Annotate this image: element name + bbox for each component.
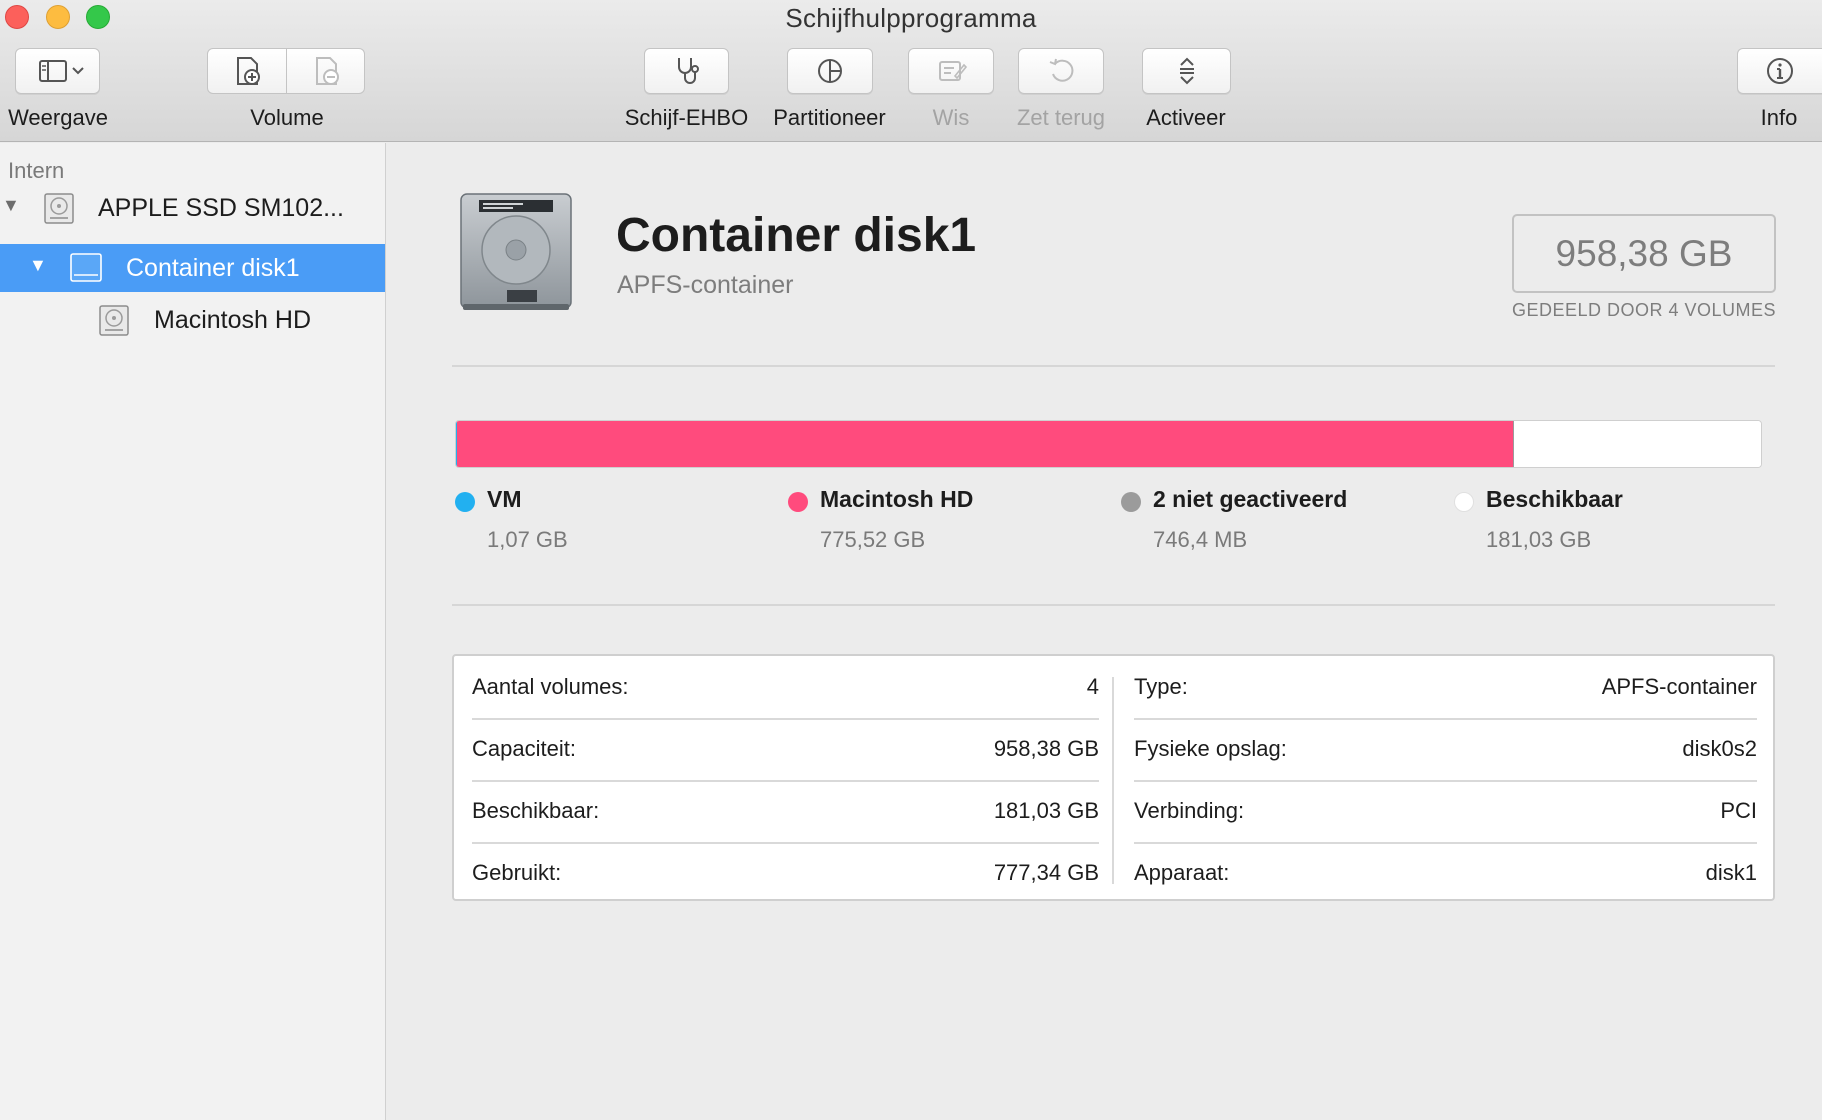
legend-dot: [1121, 492, 1141, 512]
info-row-capacity: Capaciteit: 958,38 GB: [472, 718, 1099, 780]
partition-pie-icon: [818, 59, 842, 83]
info-key: Verbinding:: [1134, 798, 1245, 823]
info-key: Aantal volumes:: [472, 674, 629, 699]
page-title: Container disk1: [616, 209, 977, 262]
info-key: Capaciteit:: [472, 736, 576, 761]
mount-button[interactable]: [1142, 48, 1231, 94]
info-value: disk0s2: [1682, 736, 1757, 761]
info-row-volume-count: Aantal volumes: 4: [472, 656, 1099, 718]
legend-size: 1,07 GB: [487, 527, 568, 552]
legend-name: 2 niet geactiveerd: [1153, 486, 1348, 512]
sidebar-item-label: Container disk1: [126, 254, 300, 282]
page-subtitle: APFS-container: [617, 271, 794, 299]
usage-segment: [457, 421, 1514, 467]
info-key: Type:: [1134, 674, 1188, 699]
info-row-used: Gebruikt: 777,34 GB: [472, 842, 1099, 904]
partition-button-group: [787, 48, 873, 94]
restore-button-group: [1018, 48, 1104, 94]
sidebar: Intern ▼ APPLE SSD SM102... ▼ Container …: [0, 143, 386, 1120]
volume-disk-icon: [99, 305, 129, 336]
disclosure-triangle-icon[interactable]: ▼: [29, 255, 47, 276]
info-value: 958,38 GB: [993, 736, 1099, 761]
add-volume-icon: [237, 57, 260, 85]
divider: [452, 365, 1775, 367]
container-icon: [70, 253, 102, 282]
sidebar-item-macintosh-hd[interactable]: Macintosh HD: [0, 296, 385, 344]
legend-dot: [1454, 492, 1474, 512]
legend-name: VM: [487, 486, 522, 512]
firstaid-label: Schijf-EHBO: [624, 105, 749, 130]
firstaid-button[interactable]: [644, 48, 729, 94]
info-label: Info: [1760, 105, 1798, 130]
info-value: APFS-container: [1601, 674, 1757, 699]
legend-size: 181,03 GB: [1486, 527, 1592, 552]
info-key: Apparaat:: [1134, 860, 1230, 885]
volume-button-group: [207, 48, 365, 94]
sidebar-item-label: Macintosh HD: [154, 306, 311, 334]
mount-icon: [1179, 57, 1194, 85]
info-button-group: [1737, 48, 1822, 94]
sidebar-section-internal: Intern: [8, 158, 65, 183]
info-button[interactable]: [1737, 48, 1822, 94]
info-icon: [1767, 58, 1793, 84]
partition-button[interactable]: [787, 48, 873, 94]
mount-label: Activeer: [1146, 105, 1226, 130]
window-title: Schijfhulpprogramma: [785, 3, 1037, 33]
sidebar-item-container-disk1[interactable]: ▼ Container disk1: [0, 244, 385, 292]
hard-disk-icon: [460, 193, 572, 310]
info-row-connection: Verbinding: PCI: [1134, 780, 1757, 842]
mount-button-group: [1142, 48, 1231, 94]
stethoscope-icon: [677, 58, 699, 84]
restore-label: Zet terug: [1016, 105, 1106, 130]
info-table: Aantal volumes: 4 Capaciteit: 958,38 GB …: [452, 654, 1775, 901]
view-button[interactable]: [15, 48, 100, 94]
erase-button-group: [908, 48, 994, 94]
usage-segment: [1514, 421, 1761, 467]
info-key: Fysieke opslag:: [1134, 736, 1287, 761]
erase-label: Wis: [932, 105, 970, 130]
view-button-group: [15, 48, 100, 94]
sidebar-icon: [38, 60, 84, 82]
info-value: disk1: [1705, 860, 1757, 885]
legend-size: 746,4 MB: [1153, 527, 1248, 552]
volume-label: Volume: [250, 105, 324, 130]
legend-dot: [788, 492, 808, 512]
info-key: Gebruikt:: [472, 860, 562, 885]
divider: [452, 604, 1775, 606]
info-row-device: Apparaat: disk1: [1134, 842, 1757, 904]
erase-icon: [939, 61, 968, 81]
info-row-physical-store: Fysieke opslag: disk0s2: [1134, 718, 1757, 780]
sidebar-item-label: APPLE SSD SM102...: [98, 194, 344, 222]
remove-volume-icon: [315, 57, 339, 85]
info-row-available: Beschikbaar: 181,03 GB: [472, 780, 1099, 842]
info-value: PCI: [1720, 798, 1757, 823]
info-key: Beschikbaar:: [472, 798, 600, 823]
main-content: Container disk1 APFS-container 958,38 GB…: [387, 143, 1822, 1120]
capacity-display: 958,38 GB: [1512, 214, 1776, 293]
info-row-type: Type: APFS-container: [1134, 656, 1757, 718]
capacity-caption: GEDEELD DOOR 4 VOLUMES: [1511, 300, 1777, 320]
info-value: 4: [1086, 674, 1099, 699]
info-value: 777,34 GB: [993, 860, 1099, 885]
column-divider: [1112, 677, 1114, 884]
info-value: 181,03 GB: [993, 798, 1099, 823]
firstaid-button-group: [644, 48, 729, 94]
disclosure-triangle-icon[interactable]: ▼: [2, 195, 20, 216]
internal-disk-icon: [44, 193, 74, 224]
add-volume-button[interactable]: [208, 49, 286, 93]
restore-arrow-icon: [1049, 58, 1074, 82]
legend-dot: [455, 492, 475, 512]
toolbar: Schijfhulpprogramma Weergave Volume Schi…: [0, 0, 1822, 142]
disk-utility-window: Schijfhulpprogramma Weergave Volume Schi…: [0, 0, 1822, 1120]
sidebar-item-apple-ssd[interactable]: ▼ APPLE SSD SM102...: [0, 184, 385, 232]
legend-name: Macintosh HD: [820, 486, 974, 512]
erase-button[interactable]: [908, 48, 994, 94]
restore-button[interactable]: [1018, 48, 1104, 94]
partition-label: Partitioneer: [773, 105, 886, 130]
usage-bar: [455, 420, 1762, 468]
legend-size: 775,52 GB: [820, 527, 926, 552]
legend-name: Beschikbaar: [1486, 486, 1623, 512]
remove-volume-button[interactable]: [286, 49, 364, 93]
view-label: Weergave: [8, 105, 108, 130]
